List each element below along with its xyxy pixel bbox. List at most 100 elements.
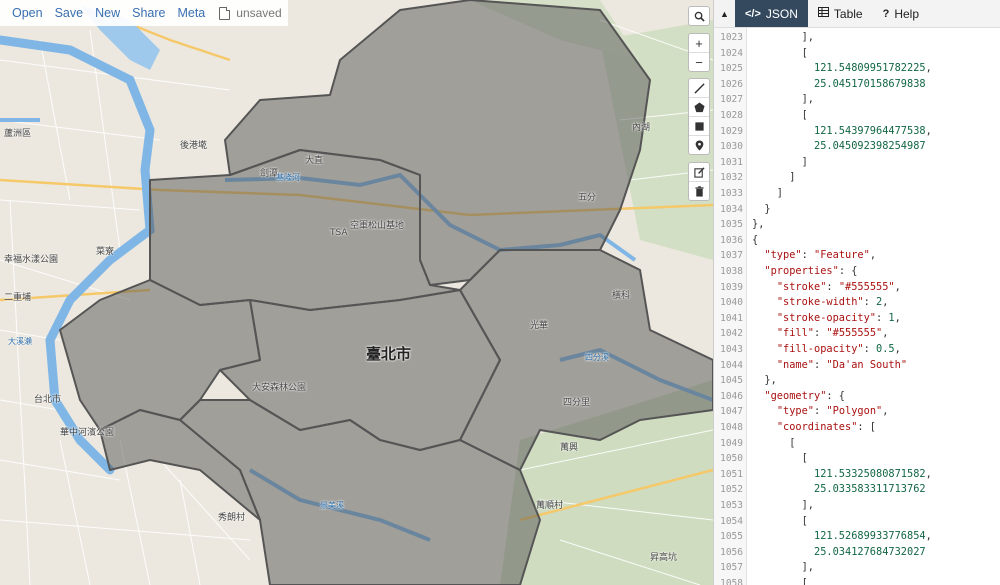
code-line: 1040 "stroke-width": 2,: [714, 295, 1000, 311]
code-line: 1045 },: [714, 373, 1000, 389]
collapse-arrow-icon[interactable]: ▲: [714, 0, 735, 27]
line-number: 1023: [720, 32, 743, 43]
code-text: [: [752, 577, 808, 585]
code-text: 25.034127684732027: [814, 545, 926, 558]
code-text: "type": "Feature",: [764, 249, 877, 262]
code-text: "stroke": "#555555",: [776, 280, 901, 293]
code-text: ],: [752, 93, 814, 106]
code-line: 1047 "type": "Polygon",: [714, 404, 1000, 420]
code-text: }: [752, 202, 771, 215]
code-line: 1043 "fill-opacity": 0.5,: [714, 342, 1000, 358]
code-line: 1032 ]: [714, 170, 1000, 186]
code-text: },: [752, 374, 777, 387]
file-icon: [219, 6, 231, 20]
map-label: 基隆河: [276, 173, 300, 182]
map-label: 四分里: [563, 398, 591, 408]
code-text: 121.54397964477538,: [814, 124, 932, 137]
line-number: 1049: [720, 437, 743, 449]
map-label: 昇高坑: [650, 553, 678, 563]
trash-icon[interactable]: [689, 182, 709, 200]
line-number: 1026: [720, 78, 743, 90]
editor-pane: ▲ </> JSON Table ? Help 1023 ], 1024 [102…: [713, 0, 1000, 585]
code-text: 121.54809951782225,: [814, 62, 932, 75]
tab-help[interactable]: ? Help: [873, 0, 929, 27]
map-canvas[interactable]: 後港墘 大直 劍潭 內湖 五分 橫科 光華 四分里 萬興 萬順村 秀朗村 昇高坑…: [0, 0, 713, 585]
line-number: 1051: [720, 468, 743, 480]
code-line: 1028 [: [714, 108, 1000, 124]
code-line: 1049 [: [714, 436, 1000, 452]
zoom-in-button[interactable]: +: [689, 34, 709, 53]
new-menu[interactable]: New: [89, 6, 126, 20]
line-number: 1032: [720, 172, 743, 184]
line-number: 1048: [720, 422, 743, 433]
code-line: 1034 }: [714, 202, 1000, 218]
code-text: 25.033583311713762: [814, 483, 926, 496]
json-editor[interactable]: 1023 ], 1024 [1025 121.54809951782225, 102…: [714, 28, 1000, 585]
line-number: 1058: [720, 578, 743, 585]
code-text: [: [752, 514, 808, 527]
code-line: 1041 "stroke-opacity": 1,: [714, 311, 1000, 327]
line-number: 1033: [720, 188, 743, 199]
tab-table-label: Table: [833, 6, 863, 21]
code-text: "fill": "#555555",: [776, 327, 889, 340]
code-line: 1029 121.54397964477538,: [714, 124, 1000, 140]
draw-marker-icon[interactable]: [689, 136, 709, 154]
map-label: 內湖: [632, 123, 651, 133]
code-line: 1052 25.033583311713762: [714, 482, 1000, 498]
map-label: 大直: [305, 156, 324, 166]
code-text: "coordinates": [: [776, 421, 877, 433]
tab-json[interactable]: </> JSON: [735, 0, 808, 27]
line-number: 1029: [720, 125, 743, 137]
draw-rectangle-icon[interactable]: [689, 117, 709, 136]
code-line: 1033 ]: [714, 186, 1000, 202]
code-line: 1037 "type": "Feature",: [714, 248, 1000, 264]
open-menu[interactable]: Open: [6, 6, 49, 20]
tab-json-label: JSON: [765, 6, 798, 21]
line-number: 1046: [720, 390, 743, 402]
line-number: 1038: [720, 266, 743, 277]
code-text: ],: [752, 499, 814, 511]
line-number: 1025: [720, 63, 743, 75]
code-line: 1050 [: [714, 451, 1000, 467]
code-line: 1051 121.53325080871582,: [714, 467, 1000, 483]
code-text: 121.52689933776854,: [814, 530, 932, 543]
share-menu[interactable]: Share: [126, 6, 171, 20]
map-label: TSA: [330, 228, 348, 238]
help-icon: ?: [882, 7, 890, 20]
city-label: 臺北市: [366, 345, 412, 363]
edit-icon[interactable]: [689, 163, 709, 182]
code-text: ]: [752, 155, 808, 168]
code-icon: </>: [745, 7, 761, 20]
line-number: 1053: [720, 500, 743, 511]
code-line: 1057 ],: [714, 560, 1000, 576]
code-text: "name": "Da'an South": [776, 358, 908, 371]
code-line: 1027 ],: [714, 92, 1000, 108]
code-line: 1046 "geometry": {: [714, 389, 1000, 405]
map-label: 菜寮: [96, 247, 115, 257]
code-text: "type": "Polygon",: [776, 405, 889, 418]
line-number: 1047: [720, 406, 743, 418]
map-label: 大安森林公園: [252, 383, 307, 393]
tab-help-label: Help: [894, 6, 920, 21]
code-line: 1056 25.034127684732027: [714, 545, 1000, 561]
table-icon: [817, 7, 829, 20]
line-number: 1054: [720, 515, 743, 527]
search-icon[interactable]: [689, 7, 709, 25]
draw-line-icon[interactable]: [689, 79, 709, 98]
map-label: 幸福水漾公園: [4, 255, 59, 265]
zoom-out-button[interactable]: −: [689, 53, 709, 71]
save-menu[interactable]: Save: [49, 6, 90, 20]
meta-menu[interactable]: Meta: [171, 6, 211, 20]
code-line: 1055 121.52689933776854,: [714, 529, 1000, 545]
line-number: 1050: [720, 453, 743, 465]
draw-polygon-icon[interactable]: [689, 98, 709, 117]
basemap: [0, 0, 713, 585]
line-number: 1027: [720, 94, 743, 106]
code-line: 1058 [: [714, 576, 1000, 585]
code-text: 25.045170158679838: [814, 77, 926, 90]
tab-table[interactable]: Table: [808, 0, 873, 27]
code-line: 1048 "coordinates": [: [714, 420, 1000, 436]
code-text: ],: [752, 31, 814, 43]
line-number: 1030: [720, 141, 743, 153]
map-label: 蘆洲區: [4, 129, 32, 139]
